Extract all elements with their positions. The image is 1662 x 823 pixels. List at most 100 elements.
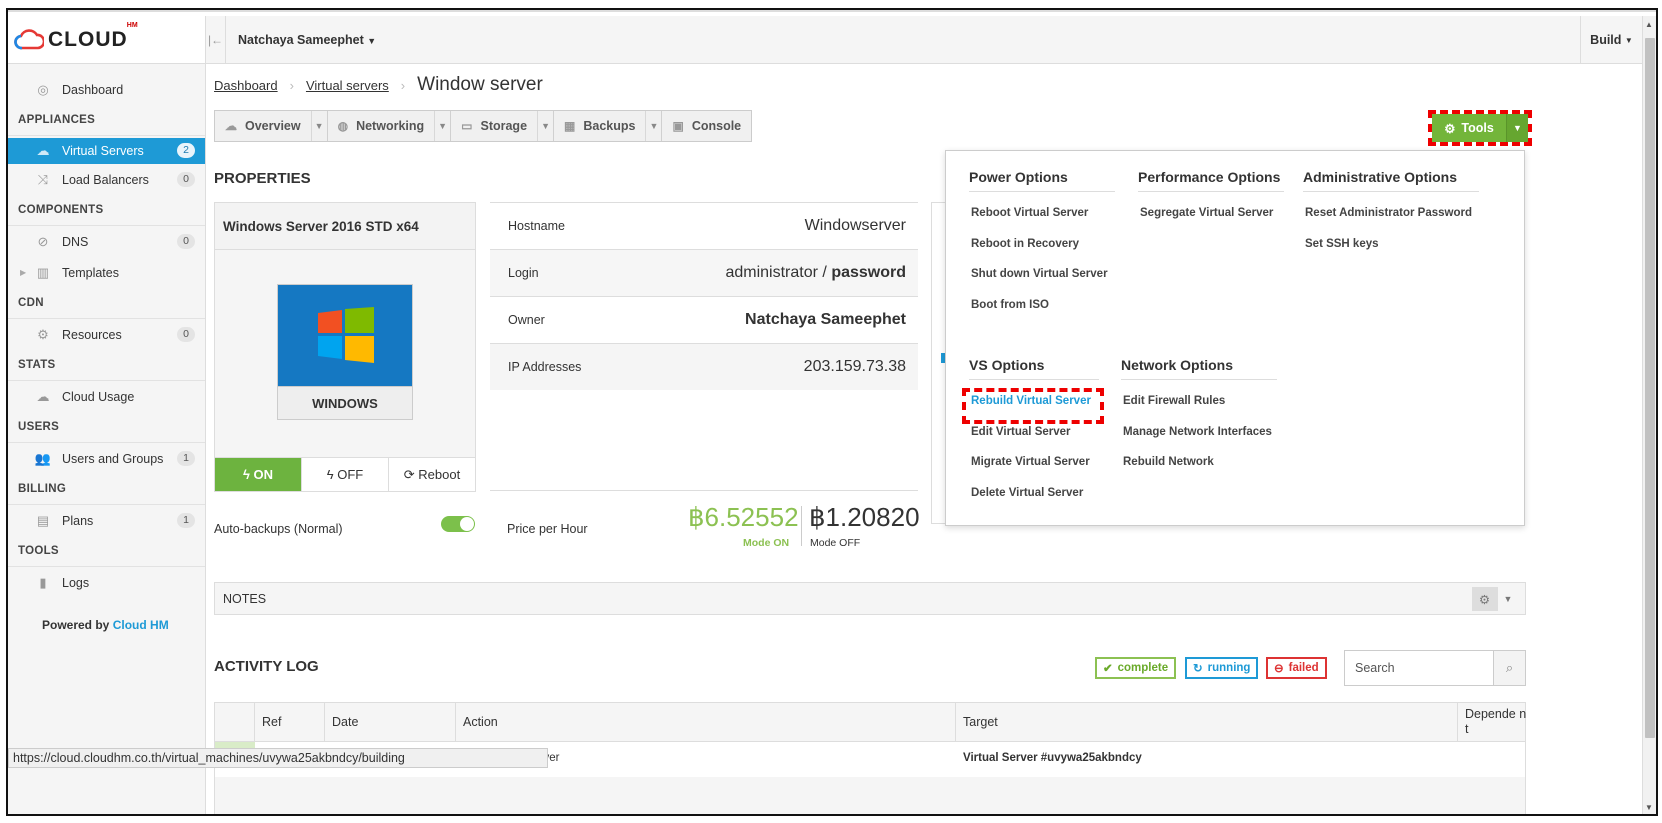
chevron-down-icon: ▼ [1503,594,1513,604]
powered-by: Powered by Cloud HM [42,618,169,632]
tab-storage[interactable]: ▭ Storage ▼ [451,111,555,141]
count-badge: 1 [177,451,195,466]
tools-button[interactable]: ⚙ Tools [1432,114,1506,142]
resources-icon: ⚙ [37,326,49,342]
cloud-icon: ☁ [225,119,237,133]
properties-heading: PROPERTIES [214,170,311,187]
build-menu[interactable]: Build ▼ [1580,16,1642,64]
tools-button-highlight: ⚙ Tools ▼ [1428,110,1532,146]
price-off: ฿1.20820 [809,502,920,532]
logo[interactable]: CLOUD HM [8,16,205,64]
notes-settings[interactable]: ⚙ ▼ [1469,587,1515,611]
sidebar-item-resources[interactable]: ⚙ Resources 0 [8,319,205,350]
hostname-row: Hostname Windowserver [490,202,918,249]
breadcrumb-virtual-servers[interactable]: Virtual servers [306,78,389,93]
scroll-up-icon[interactable]: ▲ [1645,20,1653,29]
logs-icon: ▮ [39,574,47,590]
scrollbar[interactable]: ▲ ▼ [1642,16,1656,814]
os-name: Windows Server 2016 STD x64 [215,203,475,250]
activity-search: Search ⌕ [1344,650,1526,686]
reboot-vs-item[interactable]: Reboot Virtual Server [969,198,1115,229]
table-header-ref[interactable]: Ref [255,703,325,741]
shuffle-icon: ⤨ [37,171,49,187]
notes-title: NOTES [223,591,267,606]
collapse-sidebar-icon[interactable]: |← [206,15,226,64]
dashboard-icon: ◎ [37,81,49,97]
sidebar-item-dashboard[interactable]: ◎ Dashboard [8,74,205,105]
shutdown-vs-item[interactable]: Shut down Virtual Server [969,259,1115,290]
scroll-thumb[interactable] [1645,38,1655,738]
search-input[interactable]: Search [1345,651,1493,685]
gear-icon: ⚙ [1444,121,1456,136]
dns-icon: ⊘ [37,233,49,249]
power-controls: ϟ ON ϟ OFF ⟳ Reboot [215,457,475,491]
price-on: ฿6.52552 [688,502,799,532]
segregate-vs-item[interactable]: Segregate Virtual Server [1138,198,1284,229]
filter-running[interactable]: ↻ running [1185,657,1259,679]
user-menu[interactable]: Natchaya Sameephet ▼ [238,33,376,47]
count-badge: 0 [177,172,195,187]
backups-icon: ▦ [564,119,576,133]
filter-complete[interactable]: ✔ complete [1095,657,1177,679]
autobackups-toggle[interactable] [441,516,475,532]
os-card: Windows Server 2016 STD x64 WINDOWS ϟ ON… [214,202,476,492]
page-title: Window server [417,74,543,95]
sidebar-item-load-balancers[interactable]: ⤨ Load Balancers 0 [8,164,205,195]
filter-failed[interactable]: ⊖ failed [1266,657,1327,679]
table-header-date[interactable]: Date [325,703,456,741]
server-tabs: ☁ Overview ▼ ◍ Networking ▼ ▭ Storage ▼ ▦ Backu… [214,110,753,142]
powered-by-link[interactable]: Cloud HM [113,618,169,632]
manage-interfaces-item[interactable]: Manage Network Interfaces [1121,417,1277,448]
edit-firewall-item[interactable]: Edit Firewall Rules [1121,386,1277,417]
sidebar-item-virtual-servers[interactable]: ☁ Virtual Servers 2 [8,138,205,164]
dropdown-arrow-icon[interactable]: ▼ [645,111,661,141]
count-badge: 1 [177,513,195,528]
reboot-recovery-item[interactable]: Reboot in Recovery [969,229,1115,260]
sidebar: CLOUD HM ◎ Dashboard APPLIANCES ☁ Virtual S… [8,16,206,814]
set-ssh-keys-item[interactable]: Set SSH keys [1303,229,1479,260]
network-options: Network Options Edit Firewall Rules Mana… [1121,357,1277,478]
expand-arrow-icon[interactable]: ▶ [20,268,26,277]
power-on-button[interactable]: ϟ ON [215,458,302,491]
sidebar-item-plans[interactable]: ▤ Plans 1 [8,505,205,536]
boot-iso-item[interactable]: Boot from ISO [969,290,1115,321]
brand-name: CLOUD HM [48,21,138,51]
globe-icon: ◍ [337,119,349,133]
table-header-target[interactable]: Target [956,703,1458,741]
power-off-button[interactable]: ϟ OFF [302,458,389,491]
search-icon[interactable]: ⌕ [1493,651,1525,685]
dropdown-arrow-icon[interactable]: ▼ [537,111,553,141]
tools-dropdown-menu: Power Options Reboot Virtual Server Rebo… [945,150,1525,526]
users-icon: 👥 [34,450,52,466]
section-appliances: APPLIANCES [8,105,205,136]
tab-console[interactable]: ▣ Console [662,111,751,141]
tab-backups[interactable]: ▦ Backups ▼ [554,111,663,141]
server-info-table: Hostname Windowserver Login administrator … [490,202,918,390]
breadcrumb-dashboard[interactable]: Dashboard [214,78,278,93]
rebuild-network-item[interactable]: Rebuild Network [1121,447,1277,478]
mode-on-label: Mode ON [743,537,790,549]
sidebar-item-logs[interactable]: ▮ Logs [8,567,205,598]
reboot-button[interactable]: ⟳ Reboot [389,458,475,491]
sidebar-item-users-groups[interactable]: 👥 Users and Groups 1 [8,443,205,474]
table-header-dependent[interactable]: Depende nt [1458,703,1527,741]
section-stats: STATS [8,350,205,381]
reboot-icon: ⟳ [403,466,415,482]
tab-overview[interactable]: ☁ Overview ▼ [215,111,328,141]
rebuild-highlight [962,388,1104,424]
sidebar-item-cloud-usage[interactable]: ☁ Cloud Usage [8,381,205,412]
templates-icon: ▥ [36,264,50,280]
sidebar-item-dns[interactable]: ⊘ DNS 0 [8,226,205,257]
migrate-vs-item[interactable]: Migrate Virtual Server [969,447,1099,478]
tab-networking[interactable]: ◍ Networking ▼ [328,111,452,141]
dropdown-arrow-icon[interactable]: ▼ [434,111,450,141]
table-header-action[interactable]: Action [456,703,956,741]
sidebar-item-templates[interactable]: ▶ ▥ Templates [8,257,205,288]
delete-vs-item[interactable]: Delete Virtual Server [969,478,1099,509]
dropdown-arrow-icon[interactable]: ▼ [310,111,327,141]
vs-options: VS Options Rebuild Virtual Server Edit V… [969,357,1099,508]
tools-dropdown-arrow-icon[interactable]: ▼ [1506,114,1528,142]
reset-admin-password-item[interactable]: Reset Administrator Password [1303,198,1479,229]
scroll-down-icon[interactable]: ▼ [1645,803,1653,812]
power-options: Power Options Reboot Virtual Server Rebo… [969,169,1115,320]
